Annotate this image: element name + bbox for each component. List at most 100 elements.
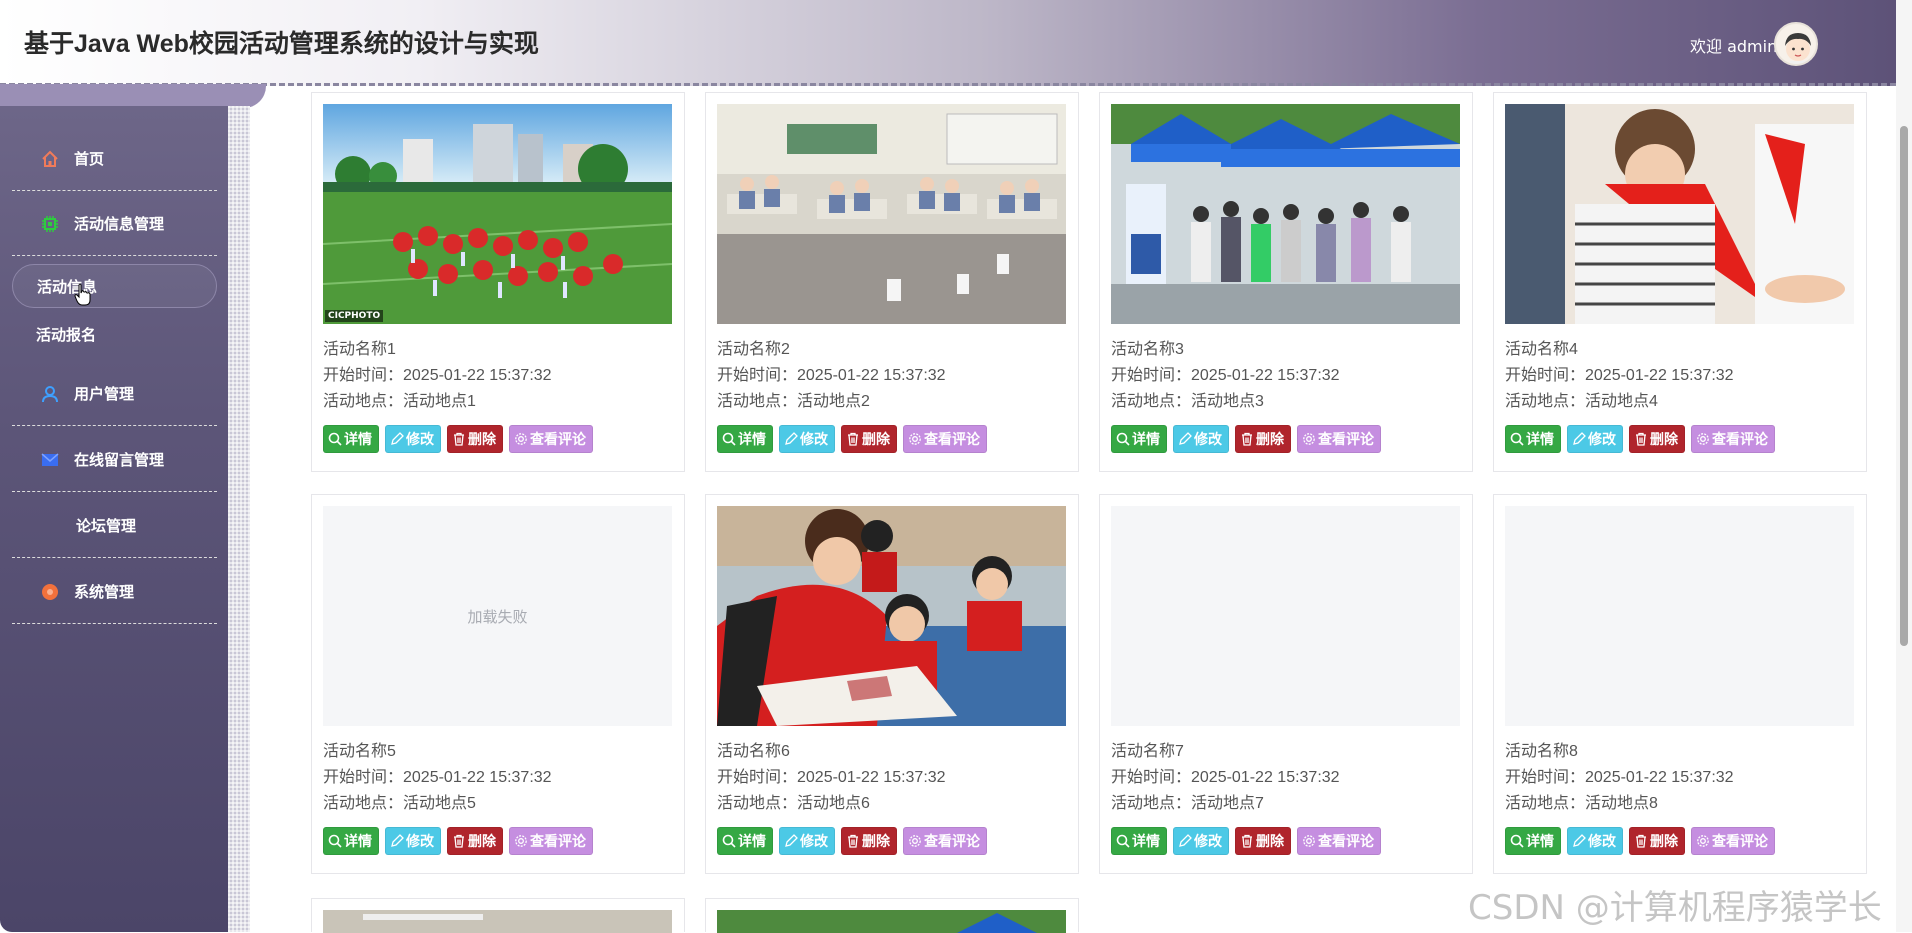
activity-image[interactable] xyxy=(1505,506,1854,726)
delete-button[interactable]: 删除 xyxy=(1235,827,1291,855)
detail-button[interactable]: 详情 xyxy=(1111,827,1167,855)
activity-start-time: 开始时间：2025-01-22 15:37:32 xyxy=(1111,367,1340,384)
vertical-scrollbar[interactable] xyxy=(1896,0,1912,932)
delete-button[interactable]: 删除 xyxy=(841,425,897,453)
gear-icon xyxy=(515,433,527,445)
activity-card: 活动名称4 开始时间：2025-01-22 15:37:32 活动地点：活动地点… xyxy=(1493,92,1867,472)
search-icon xyxy=(722,432,736,446)
activity-card: 活动名称3 开始时间：2025-01-22 15:37:32 活动地点：活动地点… xyxy=(1099,92,1473,472)
trash-icon xyxy=(454,432,464,446)
button-label: 详情 xyxy=(1526,432,1554,448)
view-comments-button[interactable]: 查看评论 xyxy=(509,425,593,453)
activity-image[interactable] xyxy=(717,506,1066,726)
delete-button[interactable]: 删除 xyxy=(1629,425,1685,453)
forum-icon xyxy=(26,516,46,536)
detail-button[interactable]: 详情 xyxy=(1505,827,1561,855)
delete-button[interactable]: 删除 xyxy=(841,827,897,855)
avatar[interactable] xyxy=(1774,22,1818,66)
trash-icon xyxy=(1636,834,1646,848)
edit-button[interactable]: 修改 xyxy=(1173,425,1229,453)
activity-start-time: 开始时间：2025-01-22 15:37:32 xyxy=(323,769,552,786)
delete-button[interactable]: 删除 xyxy=(1235,425,1291,453)
watermark: CSDN @计算机程序猿学长 xyxy=(1468,888,1882,928)
trash-icon xyxy=(1636,432,1646,446)
sidebar-item-home[interactable]: 首页 xyxy=(12,127,217,191)
sidebar-item-label: 首页 xyxy=(74,150,105,168)
settings-icon xyxy=(40,582,60,602)
pencil-icon xyxy=(391,834,404,847)
activity-start-time: 开始时间：2025-01-22 15:37:32 xyxy=(1505,769,1734,786)
button-label: 查看评论 xyxy=(1712,834,1768,850)
delete-button[interactable]: 删除 xyxy=(447,827,503,855)
message-icon xyxy=(40,450,60,470)
button-label: 删除 xyxy=(468,432,496,448)
activity-location: 活动地点：活动地点8 xyxy=(1505,795,1658,812)
pencil-icon xyxy=(1573,432,1586,445)
edit-button[interactable]: 修改 xyxy=(779,425,835,453)
edit-button[interactable]: 修改 xyxy=(1173,827,1229,855)
sidebar-item-activity-management[interactable]: 活动信息管理 xyxy=(12,192,217,256)
sidebar-item-users[interactable]: 用户管理 xyxy=(12,362,217,426)
activity-start-time: 开始时间：2025-01-22 15:37:32 xyxy=(1111,769,1340,786)
activity-image[interactable]: 加载失败 xyxy=(323,506,672,726)
sidebar-item-activity-info[interactable]: 活动信息 xyxy=(12,264,217,308)
detail-button[interactable]: 详情 xyxy=(1111,425,1167,453)
activity-name: 活动名称3 xyxy=(1111,341,1184,358)
button-label: 删除 xyxy=(1650,834,1678,850)
gear-icon xyxy=(909,835,921,847)
button-label: 查看评论 xyxy=(530,432,586,448)
activity-image[interactable] xyxy=(717,104,1066,324)
edit-button[interactable]: 修改 xyxy=(1567,425,1623,453)
pencil-icon xyxy=(1573,834,1586,847)
activity-card: 活动名称2 开始时间：2025-01-22 15:37:32 活动地点：活动地点… xyxy=(705,92,1079,472)
edit-button[interactable]: 修改 xyxy=(779,827,835,855)
detail-button[interactable]: 详情 xyxy=(717,827,773,855)
detail-button[interactable]: 详情 xyxy=(1505,425,1561,453)
activity-image[interactable] xyxy=(1111,104,1460,324)
main-content: CICPHOTO 活动名称1 开始时间：2025-01-22 15:37:32 … xyxy=(266,86,1896,933)
gear-icon xyxy=(909,433,921,445)
pencil-icon xyxy=(1179,834,1192,847)
button-label: 删除 xyxy=(468,834,496,850)
activity-location: 活动地点：活动地点6 xyxy=(717,795,870,812)
scrollbar-thumb[interactable] xyxy=(1900,126,1908,646)
activity-start-time: 开始时间：2025-01-22 15:37:32 xyxy=(1505,367,1734,384)
detail-button[interactable]: 详情 xyxy=(323,827,379,855)
view-comments-button[interactable]: 查看评论 xyxy=(903,827,987,855)
activity-image[interactable] xyxy=(717,910,1066,933)
delete-button[interactable]: 删除 xyxy=(1629,827,1685,855)
activity-start-time: 开始时间：2025-01-22 15:37:32 xyxy=(717,769,946,786)
edit-button[interactable]: 修改 xyxy=(385,425,441,453)
sidebar-item-messages[interactable]: 在线留言管理 xyxy=(12,428,217,492)
activity-image[interactable]: CICPHOTO xyxy=(323,104,672,324)
detail-button[interactable]: 详情 xyxy=(717,425,773,453)
sidebar-item-label: 论坛管理 xyxy=(76,517,137,535)
sidebar-item-forum[interactable]: 论坛管理 xyxy=(12,494,217,558)
view-comments-button[interactable]: 查看评论 xyxy=(1297,425,1381,453)
detail-button[interactable]: 详情 xyxy=(323,425,379,453)
activity-card: 活动名称8 开始时间：2025-01-22 15:37:32 活动地点：活动地点… xyxy=(1493,494,1867,874)
button-label: 修改 xyxy=(800,432,828,448)
activity-image[interactable] xyxy=(1505,104,1854,324)
button-label: 删除 xyxy=(862,834,890,850)
activity-image[interactable] xyxy=(1111,506,1460,726)
sidebar-item-activity-signup[interactable]: 活动报名 xyxy=(12,312,217,356)
view-comments-button[interactable]: 查看评论 xyxy=(1691,425,1775,453)
gear-icon xyxy=(1697,835,1709,847)
pencil-icon xyxy=(1179,432,1192,445)
edit-button[interactable]: 修改 xyxy=(385,827,441,855)
button-label: 修改 xyxy=(1194,432,1222,448)
view-comments-button[interactable]: 查看评论 xyxy=(1297,827,1381,855)
view-comments-button[interactable]: 查看评论 xyxy=(903,425,987,453)
view-comments-button[interactable]: 查看评论 xyxy=(1691,827,1775,855)
view-comments-button[interactable]: 查看评论 xyxy=(509,827,593,855)
user-icon xyxy=(40,384,60,404)
search-icon xyxy=(1116,432,1130,446)
trash-icon xyxy=(454,834,464,848)
button-label: 查看评论 xyxy=(1318,834,1374,850)
activity-image[interactable] xyxy=(323,910,672,933)
delete-button[interactable]: 删除 xyxy=(447,425,503,453)
page-title: 基于Java Web校园活动管理系统的设计与实现 xyxy=(24,30,539,58)
sidebar-item-system[interactable]: 系统管理 xyxy=(12,560,217,624)
edit-button[interactable]: 修改 xyxy=(1567,827,1623,855)
